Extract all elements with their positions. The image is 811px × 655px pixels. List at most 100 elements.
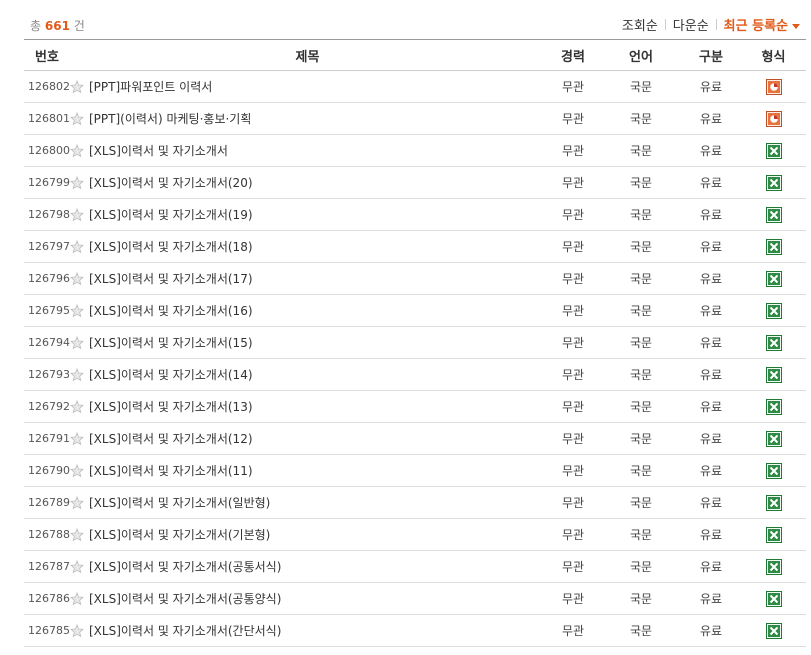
sort-recent-button[interactable]: 최근 등록순 bbox=[724, 15, 800, 34]
row-number: 126792 bbox=[24, 390, 70, 423]
star-icon[interactable] bbox=[70, 367, 84, 382]
table-row: 126795 [XLS]이력서 및 자기소개서(16) 무관 국문 유료 bbox=[24, 294, 806, 327]
row-number: 126801 bbox=[24, 102, 70, 135]
row-title-cell: [XLS]이력서 및 자기소개서(15) bbox=[70, 326, 545, 359]
powerpoint-file-icon[interactable] bbox=[765, 78, 782, 95]
star-icon[interactable] bbox=[70, 79, 84, 94]
row-language: 국문 bbox=[601, 294, 681, 327]
star-icon[interactable] bbox=[70, 271, 84, 286]
row-language: 국문 bbox=[601, 230, 681, 263]
col-header-no: 번호 bbox=[24, 39, 70, 71]
row-title-link[interactable]: [XLS]이력서 및 자기소개서(19) bbox=[89, 208, 253, 222]
sort-divider bbox=[664, 19, 666, 30]
excel-file-icon[interactable] bbox=[765, 494, 782, 511]
excel-file-icon[interactable] bbox=[765, 334, 782, 351]
row-career: 무관 bbox=[545, 294, 601, 327]
star-icon[interactable] bbox=[70, 335, 84, 350]
row-type: 유료 bbox=[681, 70, 741, 103]
excel-file-icon[interactable] bbox=[765, 622, 782, 639]
row-title-link[interactable]: [XLS]이력서 및 자기소개서(기본형) bbox=[89, 528, 270, 542]
row-career: 무관 bbox=[545, 262, 601, 295]
row-career: 무관 bbox=[545, 550, 601, 583]
star-icon[interactable] bbox=[70, 495, 84, 510]
star-icon[interactable] bbox=[70, 463, 84, 478]
row-format bbox=[741, 294, 806, 327]
excel-file-icon[interactable] bbox=[765, 238, 782, 255]
row-type: 유료 bbox=[681, 454, 741, 487]
excel-file-icon[interactable] bbox=[765, 398, 782, 415]
row-title-cell: [XLS]이력서 및 자기소개서(11) bbox=[70, 454, 545, 487]
star-icon[interactable] bbox=[70, 559, 84, 574]
excel-file-icon[interactable] bbox=[765, 174, 782, 191]
row-type: 유료 bbox=[681, 518, 741, 551]
row-career: 무관 bbox=[545, 486, 601, 519]
row-title-cell: [XLS]이력서 및 자기소개서(간단서식) bbox=[70, 614, 545, 647]
row-career: 무관 bbox=[545, 358, 601, 391]
sort-downloads-button[interactable]: 다운순 bbox=[673, 15, 709, 34]
row-title-link[interactable]: [XLS]이력서 및 자기소개서(20) bbox=[89, 176, 253, 190]
row-title-link[interactable]: [PPT](이력서) 마케팅·홍보·기획 bbox=[89, 112, 251, 126]
row-title-link[interactable]: [XLS]이력서 및 자기소개서 bbox=[89, 144, 228, 158]
row-language: 국문 bbox=[601, 454, 681, 487]
row-title-link[interactable]: [XLS]이력서 및 자기소개서(17) bbox=[89, 272, 253, 286]
table-row: 126801 [PPT](이력서) 마케팅·홍보·기획 무관 국문 유료 bbox=[24, 102, 806, 135]
star-icon[interactable] bbox=[70, 623, 84, 638]
star-icon[interactable] bbox=[70, 527, 84, 542]
row-title-link[interactable]: [XLS]이력서 및 자기소개서(14) bbox=[89, 368, 253, 382]
row-language: 국문 bbox=[601, 486, 681, 519]
row-number: 126794 bbox=[24, 326, 70, 359]
star-icon[interactable] bbox=[70, 175, 84, 190]
row-title-link[interactable]: [XLS]이력서 및 자기소개서(11) bbox=[89, 464, 253, 478]
row-title-cell: [XLS]이력서 및 자기소개서 bbox=[70, 134, 545, 167]
row-title-link[interactable]: [XLS]이력서 및 자기소개서(13) bbox=[89, 400, 253, 414]
row-language: 국문 bbox=[601, 102, 681, 135]
row-title-link[interactable]: [XLS]이력서 및 자기소개서(15) bbox=[89, 336, 253, 350]
col-header-format: 형식 bbox=[741, 39, 806, 71]
excel-file-icon[interactable] bbox=[765, 206, 782, 223]
row-career: 무관 bbox=[545, 230, 601, 263]
row-title-link[interactable]: [XLS]이력서 및 자기소개서(일반형) bbox=[89, 496, 270, 510]
excel-file-icon[interactable] bbox=[765, 462, 782, 479]
star-icon[interactable] bbox=[70, 591, 84, 606]
document-table: 번호 제목 경력 언어 구분 형식 126802 [PPT]파워포인트 이력서 무관… bbox=[24, 39, 806, 647]
excel-file-icon[interactable] bbox=[765, 590, 782, 607]
star-icon[interactable] bbox=[70, 207, 84, 222]
row-number: 126795 bbox=[24, 294, 70, 327]
row-title-cell: [XLS]이력서 및 자기소개서(16) bbox=[70, 294, 545, 327]
star-icon[interactable] bbox=[70, 399, 84, 414]
table-row: 126798 [XLS]이력서 및 자기소개서(19) 무관 국문 유료 bbox=[24, 198, 806, 231]
excel-file-icon[interactable] bbox=[765, 366, 782, 383]
sort-views-button[interactable]: 조회순 bbox=[622, 15, 658, 34]
total-count-value: 661 bbox=[44, 19, 70, 33]
row-title-link[interactable]: [XLS]이력서 및 자기소개서(12) bbox=[89, 432, 253, 446]
star-icon[interactable] bbox=[70, 431, 84, 446]
row-language: 국문 bbox=[601, 390, 681, 423]
row-format bbox=[741, 102, 806, 135]
star-icon[interactable] bbox=[70, 143, 84, 158]
row-title-link[interactable]: [XLS]이력서 및 자기소개서(18) bbox=[89, 240, 253, 254]
star-icon[interactable] bbox=[70, 303, 84, 318]
table-row: 126790 [XLS]이력서 및 자기소개서(11) 무관 국문 유료 bbox=[24, 454, 806, 487]
excel-file-icon[interactable] bbox=[765, 270, 782, 287]
table-row: 126802 [PPT]파워포인트 이력서 무관 국문 유료 bbox=[24, 70, 806, 103]
row-title-link[interactable]: [XLS]이력서 및 자기소개서(공통양식) bbox=[89, 592, 281, 606]
row-career: 무관 bbox=[545, 326, 601, 359]
star-icon[interactable] bbox=[70, 111, 84, 126]
table-row: 126792 [XLS]이력서 및 자기소개서(13) 무관 국문 유료 bbox=[24, 390, 806, 423]
row-title-link[interactable]: [XLS]이력서 및 자기소개서(간단서식) bbox=[89, 624, 281, 638]
excel-file-icon[interactable] bbox=[765, 526, 782, 543]
excel-file-icon[interactable] bbox=[765, 430, 782, 447]
excel-file-icon[interactable] bbox=[765, 302, 782, 319]
powerpoint-file-icon[interactable] bbox=[765, 110, 782, 127]
star-icon[interactable] bbox=[70, 239, 84, 254]
row-format bbox=[741, 454, 806, 487]
row-format bbox=[741, 486, 806, 519]
row-title-link[interactable]: [PPT]파워포인트 이력서 bbox=[89, 80, 212, 94]
col-header-career: 경력 bbox=[545, 39, 601, 71]
excel-file-icon[interactable] bbox=[765, 558, 782, 575]
row-language: 국문 bbox=[601, 262, 681, 295]
row-title-link[interactable]: [XLS]이력서 및 자기소개서(16) bbox=[89, 304, 253, 318]
row-title-link[interactable]: [XLS]이력서 및 자기소개서(공통서식) bbox=[89, 560, 281, 574]
row-format bbox=[741, 230, 806, 263]
excel-file-icon[interactable] bbox=[765, 142, 782, 159]
